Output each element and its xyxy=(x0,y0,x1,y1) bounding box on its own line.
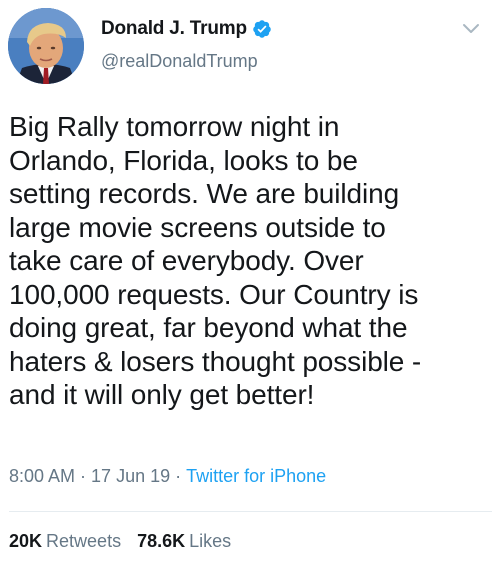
avatar-image xyxy=(8,8,84,84)
tweet-time[interactable]: 8:00 AM xyxy=(9,466,75,486)
author-name-row[interactable]: Donald J. Trump xyxy=(101,16,272,42)
author-handle[interactable]: @realDonaldTrump xyxy=(101,51,258,72)
divider xyxy=(9,511,492,512)
author-name[interactable]: Donald J. Trump xyxy=(101,18,247,40)
chevron-down-icon[interactable] xyxy=(462,22,480,34)
meta-separator: · xyxy=(80,466,87,486)
retweets-count: 20K xyxy=(9,531,43,551)
likes-count: 78.6K xyxy=(137,531,186,551)
tweet-date[interactable]: 17 Jun 19 xyxy=(91,466,170,486)
tweet-metadata: 8:00 AM · 17 Jun 19 · Twitter for iPhone xyxy=(9,466,326,487)
likes-stat[interactable]: 78.6K Likes xyxy=(137,531,231,551)
meta-separator: · xyxy=(175,466,182,486)
avatar[interactable] xyxy=(8,8,84,84)
likes-label: Likes xyxy=(189,531,232,551)
retweets-stat[interactable]: 20K Retweets xyxy=(9,531,121,551)
tweet-text: Big Rally tomorrow night in Orlando, Flo… xyxy=(9,111,422,410)
tweet-source-link[interactable]: Twitter for iPhone xyxy=(186,466,326,486)
tweet-stats: 20K Retweets 78.6K Likes xyxy=(9,531,231,552)
retweets-label: Retweets xyxy=(46,531,122,551)
verified-badge-icon xyxy=(252,19,272,39)
tweet-card: Donald J. Trump @realDonaldTrump Big Ral… xyxy=(0,0,492,565)
